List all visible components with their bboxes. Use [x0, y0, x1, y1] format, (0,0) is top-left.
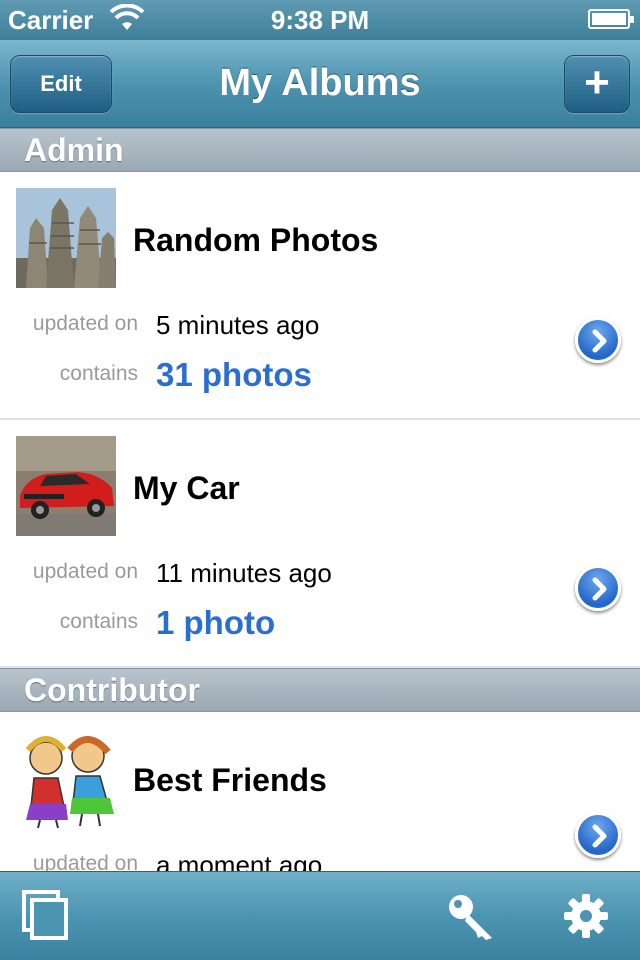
- navigation-bar: Edit My Albums +: [0, 40, 640, 128]
- page-title: My Albums: [219, 62, 421, 104]
- status-time: 9:38 PM: [270, 5, 370, 35]
- album-row-random-photos[interactable]: Random Photos updated on 5 minutes ago c…: [0, 172, 640, 420]
- album-row-best-friends[interactable]: Best Friends updated on a moment ago: [0, 712, 640, 871]
- friends-drawing-thumbnail: [16, 728, 116, 828]
- disclosure-button[interactable]: [575, 812, 621, 858]
- red-car-thumbnail: [16, 436, 116, 536]
- status-bar: Carrier 9:38 PM: [0, 0, 640, 40]
- updated-label: updated on: [32, 312, 138, 335]
- temple-thumbnail: [16, 188, 116, 288]
- updated-label: updated on: [32, 852, 138, 871]
- battery-icon: [588, 9, 634, 29]
- album-name: My Car: [133, 470, 240, 506]
- tab-bar: [0, 871, 640, 960]
- contains-label: contains: [59, 610, 138, 633]
- photo-count[interactable]: 1 photo: [156, 604, 275, 642]
- album-name: Best Friends: [133, 762, 327, 798]
- updated-value: 5 minutes ago: [156, 310, 320, 340]
- gear-icon[interactable]: [562, 892, 610, 940]
- updated-value: 11 minutes ago: [156, 558, 332, 588]
- key-icon[interactable]: [446, 892, 496, 942]
- disclosure-button[interactable]: [575, 565, 621, 611]
- album-row-my-car[interactable]: My Car updated on 11 minutes ago contain…: [0, 420, 640, 668]
- chevron-right-icon: [592, 577, 607, 601]
- section-header-admin: Admin: [0, 128, 640, 172]
- contains-label: contains: [59, 362, 138, 385]
- updated-value: a moment ago: [156, 850, 323, 871]
- chevron-right-icon: [592, 329, 607, 353]
- album-name: Random Photos: [133, 222, 379, 258]
- section-header-contributor: Contributor: [0, 668, 640, 712]
- disclosure-button[interactable]: [575, 317, 621, 363]
- albums-list[interactable]: Admin Random Photos updated on 5 minutes…: [0, 128, 640, 871]
- photo-count[interactable]: 31 photos: [156, 356, 312, 394]
- chevron-right-icon: [592, 824, 607, 848]
- albums-icon[interactable]: [22, 890, 70, 942]
- updated-label: updated on: [32, 560, 138, 583]
- add-album-button[interactable]: +: [564, 55, 630, 113]
